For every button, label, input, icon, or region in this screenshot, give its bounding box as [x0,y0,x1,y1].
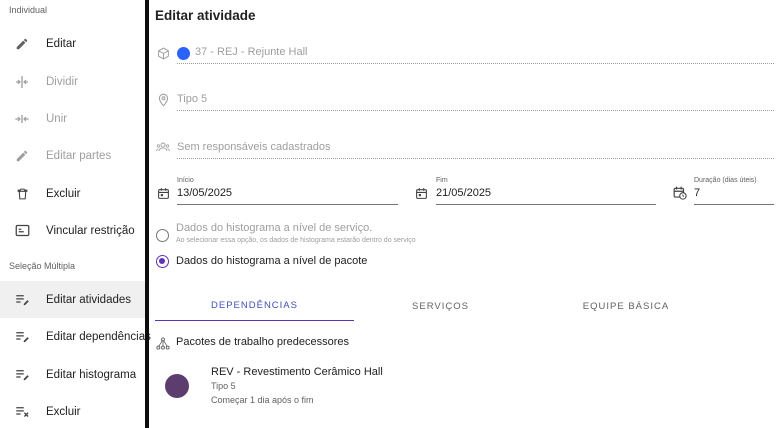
calendar-icon[interactable] [414,186,428,200]
group-people-icon [156,140,170,154]
edit-activity-panel: Editar atividade 37 - REJ - Rejunte Hall… [149,0,778,428]
pencil-icon [14,36,30,52]
tab-dependencies[interactable]: DEPENDÊNCIAS [155,291,354,321]
start-date-underline [177,204,398,205]
menu-item-label: Editar dependências [46,330,151,343]
tab-basic-team[interactable]: EQUIPE BÁSICA [527,291,725,321]
menu-item-delete[interactable]: Excluir [0,175,145,212]
responsibles-field[interactable]: Sem responsáveis cadastrados [177,141,330,153]
menu-item-delete-multiple[interactable]: Excluir [0,393,145,428]
trash-icon [14,186,30,202]
end-date-input[interactable]: 21/05/2025 [436,187,491,199]
menu-item-label: Unir [46,112,68,125]
menu-item-edit-dependencies[interactable]: Editar dependências [0,318,151,355]
menu-item-label: Editar atividades [46,293,132,306]
merge-icon [14,111,30,127]
package-color-dot [177,47,190,60]
list-remove-icon [14,404,30,420]
radio-package-level[interactable] [156,255,169,268]
menu-item-label: Excluir [46,187,81,200]
context-menu-sidebar: Individual Editar Dividir Unir Editar pa… [0,0,151,428]
app-root: Individual Editar Dividir Unir Editar pa… [0,0,778,428]
menu-item-split[interactable]: Dividir [0,63,145,100]
end-date-label: Fim [436,177,448,184]
calendar-icon[interactable] [156,186,170,200]
menu-item-edit[interactable]: Editar [0,25,145,62]
pencil-icon [14,148,30,164]
menu-item-edit-parts[interactable]: Editar partes [0,137,145,174]
type-field-underline [177,110,774,111]
radio-service-level[interactable] [156,229,169,242]
section-label-individual: Individual [9,5,48,15]
type-field[interactable]: Tipo 5 [177,93,207,105]
menu-item-label: Editar histograma [46,368,137,381]
package-field[interactable]: 37 - REJ - Rejunte Hall [195,46,308,58]
package-field-underline [177,63,774,64]
page-title: Editar atividade [155,8,256,23]
menu-item-label: Dividir [46,75,78,88]
predecessor-type: Tipo 5 [211,381,236,391]
predecessors-title: Pacotes de trabalho predecessores [176,336,350,348]
duration-underline [694,204,774,205]
menu-item-label: Excluir [46,405,81,418]
menu-item-label: Vincular restrição [46,224,135,237]
restriction-icon [14,223,30,239]
hierarchy-icon [156,336,170,350]
menu-item-edit-histogram[interactable]: Editar histograma [0,356,145,393]
tab-services[interactable]: SERVIÇOS [354,291,527,321]
end-date-underline [436,204,656,205]
radio-service-label: Dados do histograma a nível de serviço. [176,222,373,234]
radio-service-hint: Ao selecionar essa opção, os dados de hi… [176,237,416,244]
menu-item-label: Editar [46,37,77,50]
menu-item-label: Editar partes [46,149,112,162]
menu-item-edit-activities[interactable]: Editar atividades [0,281,145,318]
edit-list-icon [14,367,30,383]
responsibles-field-underline [177,158,774,159]
package-icon [156,46,170,60]
section-label-multiple: Seleção Múltipla [9,261,76,271]
menu-item-link-restriction[interactable]: Vincular restrição [0,212,145,249]
edit-list-icon [14,329,30,345]
duration-input[interactable]: 7 [694,187,700,199]
start-date-input[interactable]: 13/05/2025 [177,187,232,199]
radio-package-label: Dados do histograma a nível de pacote [176,255,368,267]
split-icon [14,74,30,90]
duration-label: Duração (dias úteis) [694,177,757,184]
location-pin-icon [156,93,170,107]
calendar-clock-icon[interactable] [673,186,687,200]
menu-item-merge[interactable]: Unir [0,100,145,137]
predecessor-title[interactable]: REV - Revestimento Cerâmico Hall [211,366,383,378]
edit-list-icon [14,292,30,308]
predecessor-relation: Começar 1 dia após o fim [211,395,314,405]
start-date-label: Início [177,177,194,184]
avatar [165,374,189,398]
